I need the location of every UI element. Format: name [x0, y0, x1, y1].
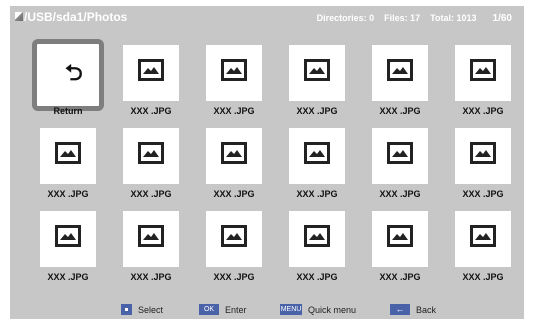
photo-tile[interactable]: XXX .JPG — [279, 128, 355, 212]
image-icon — [138, 59, 164, 81]
enter-label: Enter — [225, 304, 247, 315]
file-name: XXX .JPG — [130, 106, 172, 116]
file-name: XXX .JPG — [213, 189, 255, 199]
image-icon — [221, 59, 247, 81]
image-icon — [138, 225, 164, 247]
hint-enter: OK Enter — [199, 304, 247, 315]
thumbnail — [455, 128, 511, 184]
quick-menu-label: Quick menu — [308, 304, 357, 315]
photo-tile[interactable]: XXX .JPG — [196, 128, 272, 212]
back-arrow-icon: ← — [390, 304, 410, 315]
thumbnail — [123, 45, 179, 101]
image-icon — [387, 142, 413, 164]
page-indicator: 1/60 — [492, 13, 512, 24]
file-name: XXX .JPG — [379, 272, 421, 282]
photo-tile[interactable]: XXX .JPG — [113, 128, 189, 212]
files-count: Files: 17 — [384, 13, 421, 23]
file-name: XXX .JPG — [462, 189, 504, 199]
thumbnail — [206, 128, 262, 184]
hint-select: Select — [121, 304, 163, 315]
thumbnail — [40, 211, 96, 267]
media-browser-screen: /USB/sda1/Photos Directories: 0 Files: 1… — [10, 6, 524, 319]
photo-tile[interactable]: XXX .JPG — [30, 128, 106, 212]
menu-key-icon: MENU — [280, 304, 302, 315]
thumbnail — [455, 45, 511, 101]
thumbnail — [372, 45, 428, 101]
file-name: XXX .JPG — [379, 189, 421, 199]
file-stats: Directories: 0 Files: 17 Total: 1013 1/6… — [317, 13, 512, 24]
photo-tile[interactable]: XXX .JPG — [196, 45, 272, 129]
hint-quick-menu: MENU Quick menu — [280, 304, 356, 315]
thumbnail — [372, 211, 428, 267]
photo-tile[interactable]: XXX .JPG — [279, 45, 355, 129]
thumbnail — [206, 211, 262, 267]
image-icon — [304, 59, 330, 81]
thumbnail — [455, 211, 511, 267]
photo-tile[interactable]: XXX .JPG — [445, 45, 521, 129]
image-icon — [221, 142, 247, 164]
photo-tile[interactable]: XXX .JPG — [445, 128, 521, 212]
image-icon — [387, 225, 413, 247]
image-icon — [470, 142, 496, 164]
photo-tile[interactable]: XXX .JPG — [113, 211, 189, 295]
image-icon — [55, 142, 81, 164]
select-label: Select — [138, 304, 164, 315]
thumbnail — [289, 128, 345, 184]
footer-hints: Select OK Enter MENU Quick menu ← Back — [10, 302, 524, 318]
photo-tile[interactable]: XXX .JPG — [362, 45, 438, 129]
file-name: XXX .JPG — [462, 106, 504, 116]
image-icon — [470, 225, 496, 247]
image-icon — [304, 225, 330, 247]
file-name: XXX .JPG — [213, 272, 255, 282]
image-icon — [55, 225, 81, 247]
folder-icon — [15, 12, 23, 21]
image-icon — [304, 142, 330, 164]
photo-tile[interactable]: XXX .JPG — [279, 211, 355, 295]
thumbnail — [289, 211, 345, 267]
file-name: XXX .JPG — [462, 272, 504, 282]
total-count: Total: 1013 — [430, 13, 477, 23]
file-name: XXX .JPG — [213, 106, 255, 116]
file-name: XXX .JPG — [130, 272, 172, 282]
thumbnail — [289, 45, 345, 101]
image-icon — [221, 225, 247, 247]
file-name: XXX .JPG — [296, 106, 338, 116]
file-name: XXX .JPG — [47, 189, 89, 199]
file-name: XXX .JPG — [379, 106, 421, 116]
photo-tile[interactable]: XXX .JPG — [445, 211, 521, 295]
return-icon: ⮌ — [65, 60, 83, 85]
header-bar: /USB/sda1/Photos Directories: 0 Files: 1… — [10, 6, 524, 28]
image-icon — [387, 59, 413, 81]
thumbnail — [40, 128, 96, 184]
image-icon — [470, 59, 496, 81]
file-name: XXX .JPG — [296, 272, 338, 282]
directories-count: Directories: 0 — [316, 13, 375, 23]
dpad-icon — [121, 304, 132, 315]
folder-path: /USB/sda1/Photos — [24, 10, 128, 24]
hint-back: ← Back — [390, 304, 436, 315]
thumbnail — [123, 211, 179, 267]
photo-tile[interactable]: XXX .JPG — [196, 211, 272, 295]
file-name: XXX .JPG — [296, 189, 338, 199]
image-icon — [138, 142, 164, 164]
file-name: XXX .JPG — [47, 272, 89, 282]
return-label: Return — [53, 106, 83, 116]
photo-tile[interactable]: XXX .JPG — [362, 211, 438, 295]
photo-tile[interactable]: XXX .JPG — [113, 45, 189, 129]
photo-tile[interactable]: XXX .JPG — [30, 211, 106, 295]
thumbnail — [206, 45, 262, 101]
photo-tile[interactable]: XXX .JPG — [362, 128, 438, 212]
ok-key-icon: OK — [199, 304, 219, 315]
selection-frame: ⮌ — [32, 39, 104, 111]
file-name: XXX .JPG — [130, 189, 172, 199]
back-label: Back — [416, 304, 437, 315]
thumbnail — [123, 128, 179, 184]
thumbnail — [372, 128, 428, 184]
return-tile[interactable]: ⮌ Return — [30, 39, 106, 129]
